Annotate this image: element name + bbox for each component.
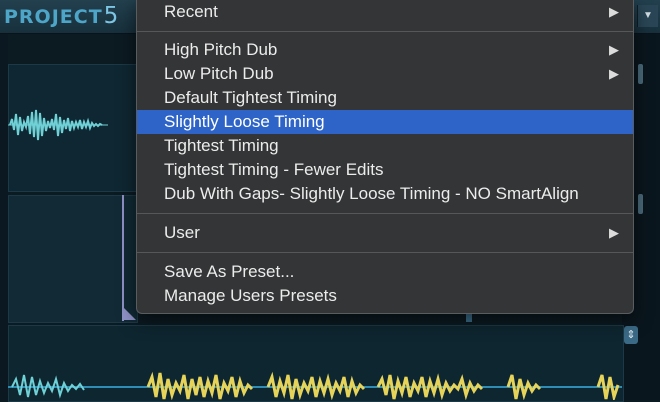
menu-separator: [137, 252, 633, 253]
playhead-marker-handle[interactable]: [122, 306, 136, 320]
menu-item-label: Manage Users Presets: [164, 286, 337, 305]
dropdown-arrow-button[interactable]: ▼: [637, 5, 658, 27]
menu-item-tightest-timing[interactable]: Tightest Timing: [137, 134, 633, 158]
menu-item-label: User: [164, 223, 200, 242]
menu-item-label: Dub With Gaps- Slightly Loose Timing - N…: [164, 184, 579, 203]
submenu-arrow-icon: ▶: [609, 4, 619, 19]
menu-item-dub-with-gaps[interactable]: Dub With Gaps- Slightly Loose Timing - N…: [137, 182, 633, 206]
panel-edge-tab[interactable]: [638, 194, 643, 214]
menu-item-low-pitch-dub[interactable]: Low Pitch Dub ▶: [137, 62, 633, 86]
panel-edge-tab[interactable]: [638, 64, 643, 84]
menu-item-manage-users-presets[interactable]: Manage Users Presets: [137, 284, 633, 308]
menu-separator: [137, 31, 633, 32]
guide-waveform: [8, 109, 108, 141]
presets-context-menu: Recent ▶ High Pitch Dub ▶ Low Pitch Dub …: [136, 0, 634, 314]
menu-item-label: Tightest Timing: [164, 136, 279, 155]
logo-text: PROJECT: [4, 6, 103, 28]
menu-item-label: Tightest Timing - Fewer Edits: [164, 160, 384, 179]
menu-item-label: Default Tightest Timing: [164, 88, 337, 107]
dub-waveform-panel[interactable]: [8, 195, 138, 323]
app-logo: PROJECT5: [4, 3, 119, 29]
submenu-arrow-icon: ▶: [609, 42, 619, 57]
menu-item-label: Low Pitch Dub: [164, 64, 274, 83]
menu-item-default-tightest-timing[interactable]: Default Tightest Timing: [137, 86, 633, 110]
menu-separator: [137, 213, 633, 214]
menu-item-slightly-loose-timing[interactable]: Slightly Loose Timing: [137, 110, 633, 134]
submenu-arrow-icon: ▶: [609, 66, 619, 81]
playhead-marker[interactable]: [122, 195, 124, 321]
menu-item-tightest-timing-fewer-edits[interactable]: Tightest Timing - Fewer Edits: [137, 158, 633, 182]
menu-item-label: Recent: [164, 2, 218, 21]
menu-item-label: High Pitch Dub: [164, 40, 278, 59]
menu-item-user[interactable]: User ▶: [137, 221, 633, 245]
submenu-arrow-icon: ▶: [609, 225, 619, 240]
vertical-scroll-icon[interactable]: ⇕: [624, 326, 638, 344]
menu-item-save-as-preset[interactable]: Save As Preset...: [137, 260, 633, 284]
region-handle[interactable]: [466, 314, 472, 322]
menu-item-label: Save As Preset...: [164, 262, 295, 281]
menu-item-high-pitch-dub[interactable]: High Pitch Dub ▶: [137, 38, 633, 62]
logo-number: 5: [103, 3, 120, 29]
menu-item-recent[interactable]: Recent ▶: [137, 0, 633, 24]
menu-item-label: Slightly Loose Timing: [164, 112, 325, 131]
output-waveform: [8, 371, 622, 400]
left-gutter: [0, 34, 8, 400]
